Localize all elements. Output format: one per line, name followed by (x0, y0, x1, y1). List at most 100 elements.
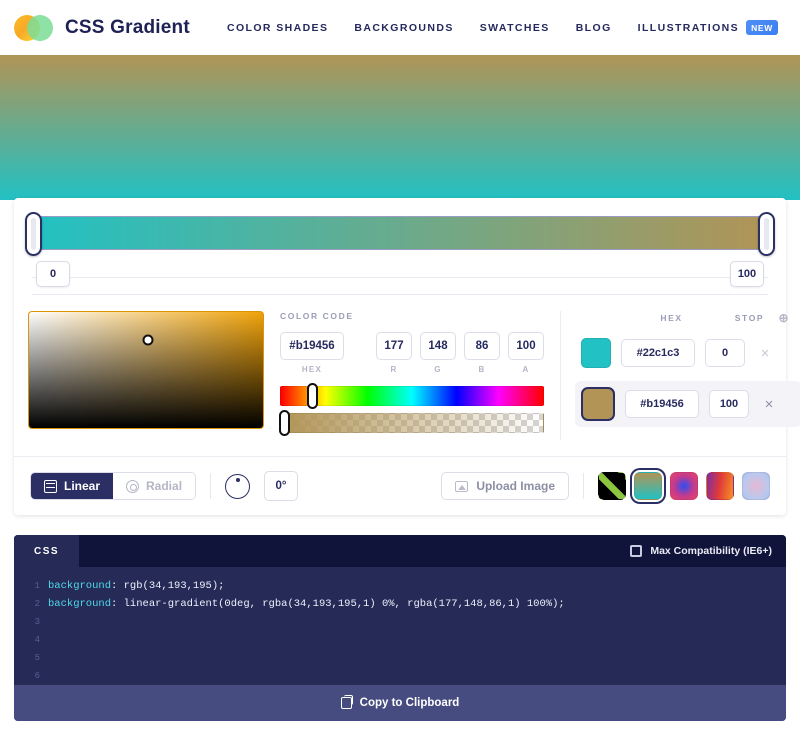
hero-gradient-preview (0, 55, 800, 200)
nav-label: Illustrations (637, 21, 740, 34)
brand-logo-link[interactable]: CSS Gradient (14, 13, 190, 43)
r-field-group: 177 R (376, 332, 412, 374)
preset-swatch-list (598, 468, 770, 504)
nav-item-blog[interactable]: Blog (576, 22, 612, 34)
max-compatibility-label: Max Compatibility (IE6+) (650, 545, 772, 557)
angle-dial-knob (235, 478, 240, 482)
app-page: CSS Gradient Color Shades Backgrounds Sw… (0, 0, 800, 729)
upload-image-button[interactable]: Upload Image (441, 472, 569, 500)
stop-list-item[interactable]: #22c1c3 0 × (575, 332, 800, 374)
code-keyword: background (48, 598, 112, 610)
b-field-group: 86 B (464, 332, 500, 374)
preset-purple-orange[interactable] (706, 472, 734, 500)
code-line: background: linear-gradient(0deg, rgba(3… (48, 595, 786, 613)
saturation-column (14, 311, 266, 440)
main-nav: Color Shades Backgrounds Swatches Blog I… (227, 20, 778, 35)
radial-type-button[interactable]: Radial (113, 473, 196, 499)
copy-label: Copy to Clipboard (359, 697, 460, 709)
saturation-value-picker[interactable] (28, 311, 264, 429)
alpha-slider[interactable] (278, 410, 544, 436)
code-value: : rgb(34,193,195); (111, 580, 225, 592)
line-number-gutter: 1 2 3 4 5 6 (14, 577, 48, 685)
color-code-column: Color Code #b19456 HEX 177 R 148 G (266, 311, 560, 440)
stop-hex-input[interactable]: #22c1c3 (621, 339, 695, 367)
css-panel-header: CSS Max Compatibility (IE6+) (14, 535, 786, 567)
stop-value-end[interactable]: 100 (730, 261, 764, 287)
hex-field-group: #b19456 HEX (280, 332, 344, 374)
nav-label: Backgrounds (354, 21, 454, 34)
stop-position-input[interactable]: 0 (705, 339, 745, 367)
nav-label: Swatches (479, 21, 550, 34)
copy-icon (340, 694, 354, 709)
gradient-stop-handle-start[interactable] (25, 212, 42, 256)
image-icon (455, 480, 469, 492)
radial-label: Radial (146, 479, 183, 493)
nav-item-illustrations[interactable]: Illustrations NEW (638, 20, 778, 35)
css-tab[interactable]: CSS (14, 535, 80, 567)
linear-label: Linear (64, 479, 101, 493)
remove-stop-icon[interactable]: × (759, 397, 779, 412)
r-input[interactable]: 177 (376, 332, 412, 360)
line-number: 4 (34, 635, 40, 645)
b-input[interactable]: 86 (464, 332, 500, 360)
hex-caption: HEX (301, 365, 323, 374)
add-stop-button[interactable]: ⊕ (771, 311, 796, 325)
stop-color-swatch[interactable] (581, 387, 615, 421)
line-number: 2 (34, 599, 40, 609)
preset-gold-teal[interactable] (630, 468, 666, 504)
gradient-editor-card: 0 100 Color Code #b19456 HEX (14, 198, 800, 515)
nav-item-backgrounds[interactable]: Backgrounds (354, 22, 453, 34)
gradient-stop-handle-end[interactable] (758, 212, 775, 256)
angle-dial[interactable] (225, 473, 251, 499)
code-lines: background: rgb(34,193,195); background: … (48, 577, 786, 685)
code-keyword: background (48, 580, 112, 592)
nav-label: Color Shades (226, 21, 329, 34)
alpha-slider-handle[interactable] (278, 410, 290, 436)
upload-image-label: Upload Image (476, 479, 555, 493)
g-input[interactable]: 148 (420, 332, 456, 360)
max-compatibility-toggle[interactable]: Max Compatibility (IE6+) (630, 545, 786, 557)
a-field-group: 100 A (508, 332, 544, 374)
stop-hex-input[interactable]: #b19456 (625, 390, 699, 418)
r-caption: R (390, 365, 398, 374)
site-header: CSS Gradient Color Shades Backgrounds Sw… (0, 0, 800, 55)
code-area[interactable]: 123456 background: rgb(34,193,195); backg… (14, 567, 786, 685)
stop-list-item[interactable]: #b19456 100 × (575, 381, 800, 427)
preset-stripe[interactable] (598, 472, 626, 500)
line-number: 1 (34, 581, 40, 591)
stop-track-line (32, 277, 768, 278)
nav-label: Blog (575, 21, 612, 34)
preset-pink-blue[interactable] (670, 472, 698, 500)
hex-input[interactable]: #b19456 (280, 332, 344, 360)
stops-stop-header: STOP (734, 313, 765, 323)
gradient-bar[interactable] (25, 212, 775, 256)
hue-slider-handle[interactable] (307, 383, 319, 409)
line-number: 5 (34, 653, 40, 663)
nav-item-swatches[interactable]: Swatches (480, 22, 550, 34)
new-badge: NEW (746, 20, 778, 35)
line-number: 3 (34, 617, 40, 627)
logo-icon (14, 13, 54, 43)
stop-position-input[interactable]: 100 (709, 390, 749, 418)
a-input[interactable]: 100 (508, 332, 544, 360)
linear-type-button[interactable]: Linear (31, 473, 114, 499)
nav-item-color-shades[interactable]: Color Shades (227, 22, 328, 34)
angle-input[interactable]: 0° (264, 471, 299, 501)
remove-stop-icon[interactable]: × (755, 346, 775, 361)
color-sliders (278, 383, 544, 436)
checkbox-icon[interactable] (630, 545, 643, 557)
gradient-bar-section (14, 198, 786, 256)
radial-icon (126, 479, 140, 493)
code-value: : linear-gradient(0deg, rgba(34,193,195,… (111, 598, 565, 610)
stops-list-column: HEX STOP ⊕ #22c1c3 0 × #b19456 100 × (560, 311, 800, 440)
saturation-selector-dot[interactable] (142, 334, 154, 346)
gradient-type-toggle: Linear Radial (30, 472, 197, 500)
hue-slider[interactable] (280, 383, 544, 409)
b-caption: B (478, 365, 486, 374)
copy-to-clipboard-button[interactable]: Copy to Clipboard (14, 685, 786, 721)
stop-value-start[interactable]: 0 (36, 261, 70, 287)
color-picker-section: Color Code #b19456 HEX 177 R 148 G (14, 295, 800, 457)
toolbar-divider (210, 473, 212, 499)
stop-color-swatch[interactable] (581, 338, 611, 368)
preset-lightblue-pink[interactable] (742, 472, 770, 500)
